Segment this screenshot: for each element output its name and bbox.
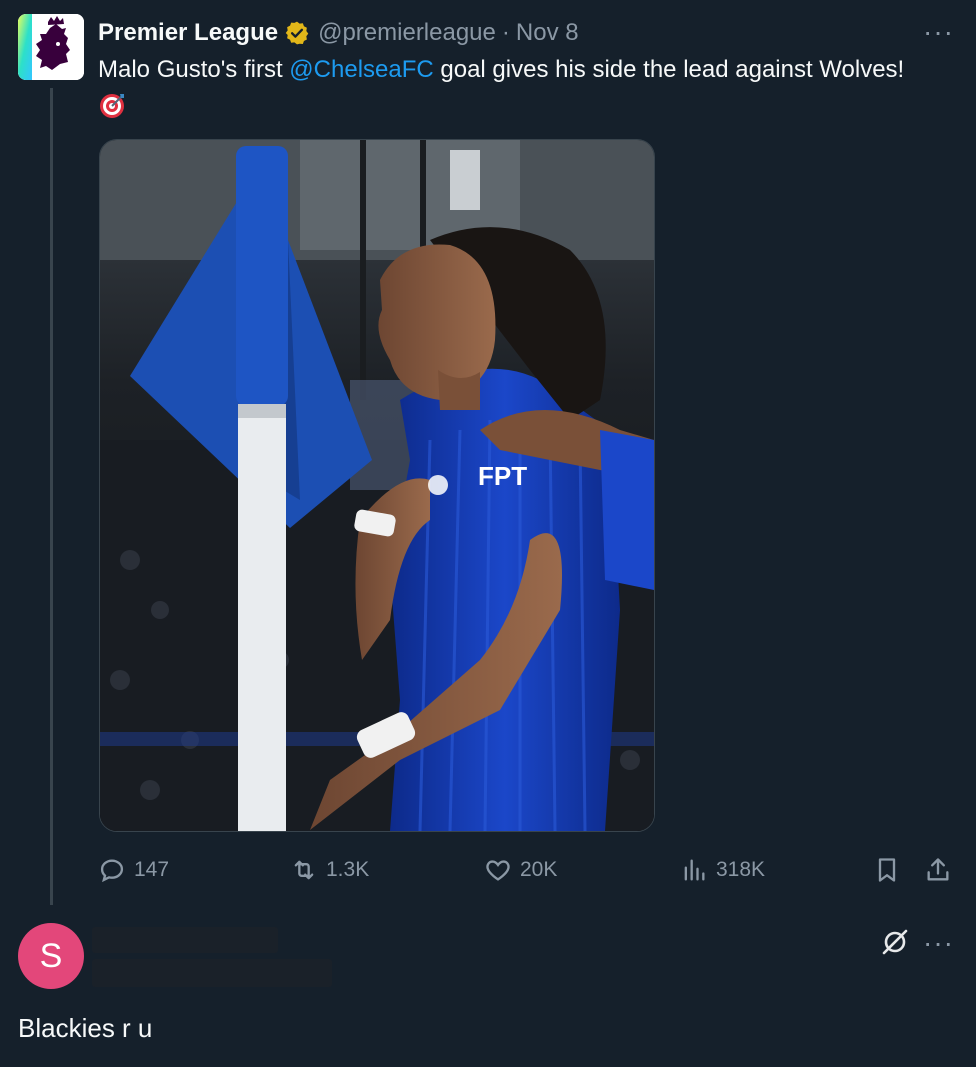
like-count: 20K xyxy=(520,858,558,881)
view-count: 318K xyxy=(716,858,766,881)
reply-more-options-button[interactable]: ··· xyxy=(923,929,954,957)
retweet-count: 1.3K xyxy=(326,858,370,881)
reply-avatar[interactable]: S xyxy=(18,923,84,989)
separator: · xyxy=(501,19,510,46)
direct-hit-icon xyxy=(100,93,124,118)
tweet-text-start: Malo Gusto's first xyxy=(98,56,290,83)
views-icon xyxy=(684,859,705,881)
more-options-button[interactable]: ··· xyxy=(923,18,954,46)
retweet-button[interactable]: 1.3K xyxy=(290,850,369,890)
tweet-text: Malo Gusto's first @ChelseaFC goal gives… xyxy=(98,54,958,119)
reply-avatar-letter: S xyxy=(39,936,63,975)
tweet-actions: 147 1.3K 20K 318K xyxy=(98,850,958,890)
reply-text: Blackies r u xyxy=(18,1013,153,1043)
mention-link[interactable]: @ChelseaFC xyxy=(289,56,433,83)
celebration-photo: FPT xyxy=(100,140,654,831)
sponsor-text: FPT xyxy=(478,461,527,491)
heart-icon xyxy=(486,860,510,881)
premier-league-avatar[interactable] xyxy=(18,14,84,80)
reply-icon xyxy=(100,859,124,883)
reply-tweet[interactable]: S ··· Blackies r u xyxy=(0,905,976,1067)
bookmark-button[interactable] xyxy=(873,850,909,890)
redacted-handle xyxy=(92,959,332,987)
share-button[interactable] xyxy=(924,850,960,890)
bookmark-icon xyxy=(878,858,896,882)
tweet[interactable]: Premier League @premierleague · Nov 8 ··… xyxy=(0,0,976,916)
tweet-date[interactable]: Nov 8 xyxy=(516,19,579,47)
views-button[interactable]: 318K xyxy=(680,850,765,890)
grok-icon[interactable] xyxy=(878,925,912,959)
like-button[interactable]: 20K xyxy=(484,850,557,890)
display-name[interactable]: Premier League xyxy=(98,19,278,47)
handle[interactable]: @premierleague xyxy=(318,19,496,47)
tweet-photo[interactable]: FPT xyxy=(99,139,655,832)
redacted-name xyxy=(92,927,278,953)
thread-line xyxy=(50,88,53,916)
reply-count: 147 xyxy=(134,858,170,881)
share-icon xyxy=(927,858,949,881)
retweet-icon xyxy=(294,860,314,880)
tweet-text-end: goal gives his side the lead against Wol… xyxy=(433,56,905,83)
verified-badge-icon xyxy=(285,21,309,45)
reply-button[interactable]: 147 xyxy=(98,850,169,890)
